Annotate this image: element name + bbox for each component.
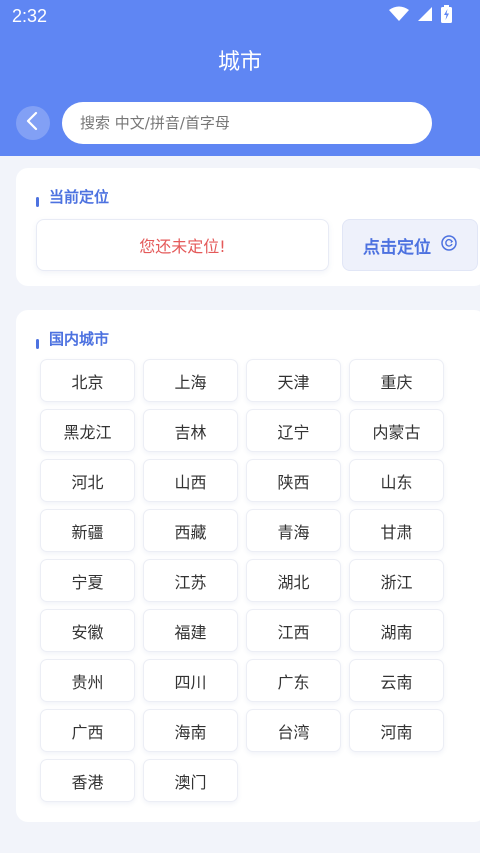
city-button[interactable]: 福建 — [143, 609, 238, 652]
city-button[interactable]: 河南 — [349, 709, 444, 752]
city-button[interactable]: 内蒙古 — [349, 409, 444, 452]
city-button[interactable]: 台湾 — [246, 709, 341, 752]
city-button[interactable]: 宁夏 — [40, 559, 135, 602]
city-button[interactable]: 广西 — [40, 709, 135, 752]
city-button[interactable]: 西藏 — [143, 509, 238, 552]
back-button[interactable] — [16, 106, 50, 140]
signal-icon — [417, 6, 433, 26]
city-button[interactable]: 安徽 — [40, 609, 135, 652]
city-button[interactable]: 上海 — [143, 359, 238, 402]
search-bar[interactable] — [62, 102, 432, 144]
city-button[interactable]: 天津 — [246, 359, 341, 402]
city-button[interactable]: 澳门 — [143, 759, 238, 802]
city-button[interactable]: 山东 — [349, 459, 444, 502]
current-location-title: 当前定位 — [49, 188, 110, 206]
wifi-icon — [389, 6, 409, 26]
domestic-cities-title: 国内城市 — [49, 330, 110, 348]
city-button[interactable]: 海南 — [143, 709, 238, 752]
section-marker — [36, 338, 39, 349]
city-button[interactable]: 黑龙江 — [40, 409, 135, 452]
city-button[interactable]: 江苏 — [143, 559, 238, 602]
location-status-text: 您还未定位! — [139, 237, 226, 256]
city-button[interactable]: 广东 — [246, 659, 341, 702]
current-location-heading: 当前定位 — [36, 186, 109, 207]
current-location-card: 当前定位 您还未定位! 点击定位 — [16, 168, 480, 286]
city-button[interactable]: 甘肃 — [349, 509, 444, 552]
city-button[interactable]: 湖南 — [349, 609, 444, 652]
city-button[interactable]: 贵州 — [40, 659, 135, 702]
city-button[interactable]: 湖北 — [246, 559, 341, 602]
city-button[interactable]: 北京 — [40, 359, 135, 402]
status-icons — [389, 5, 452, 27]
city-button[interactable]: 吉林 — [143, 409, 238, 452]
city-button[interactable]: 四川 — [143, 659, 238, 702]
domestic-cities-heading: 国内城市 — [36, 328, 109, 349]
city-button[interactable]: 辽宁 — [246, 409, 341, 452]
locate-button[interactable]: 点击定位 — [342, 219, 478, 271]
city-button[interactable]: 青海 — [246, 509, 341, 552]
city-button[interactable]: 山西 — [143, 459, 238, 502]
battery-charging-icon — [441, 5, 452, 27]
city-button[interactable]: 河北 — [40, 459, 135, 502]
status-bar: 2:32 — [0, 0, 480, 34]
city-button[interactable]: 浙江 — [349, 559, 444, 602]
location-status-box: 您还未定位! — [36, 219, 329, 271]
city-button[interactable]: 香港 — [40, 759, 135, 802]
city-button[interactable]: 重庆 — [349, 359, 444, 402]
page-title: 城市 — [217, 50, 262, 75]
city-button[interactable]: 新疆 — [40, 509, 135, 552]
status-time: 2:32 — [12, 6, 48, 26]
city-button[interactable]: 江西 — [246, 609, 341, 652]
refresh-circle-icon — [441, 234, 457, 256]
section-marker — [36, 196, 39, 207]
app-header: 2:32 城市 — [0, 0, 480, 156]
city-button[interactable]: 云南 — [349, 659, 444, 702]
domestic-cities-card: 国内城市 北京 上海 天津 重庆黑龙江 吉林 辽宁 内蒙古河北 山西 陕西 山东新疆 西藏 青海 甘肃宁… — [16, 310, 480, 822]
chevron-left-icon — [25, 111, 41, 135]
search-input[interactable] — [80, 114, 410, 132]
locate-button-label: 点击定位 — [363, 237, 431, 258]
city-button[interactable]: 陕西 — [246, 459, 341, 502]
city-grid: 北京 上海 天津 重庆黑龙江 吉林 辽宁 内蒙古河北 山西 陕西 山东新疆 西藏 青海 甘肃宁夏 江苏 湖北… — [40, 359, 444, 802]
